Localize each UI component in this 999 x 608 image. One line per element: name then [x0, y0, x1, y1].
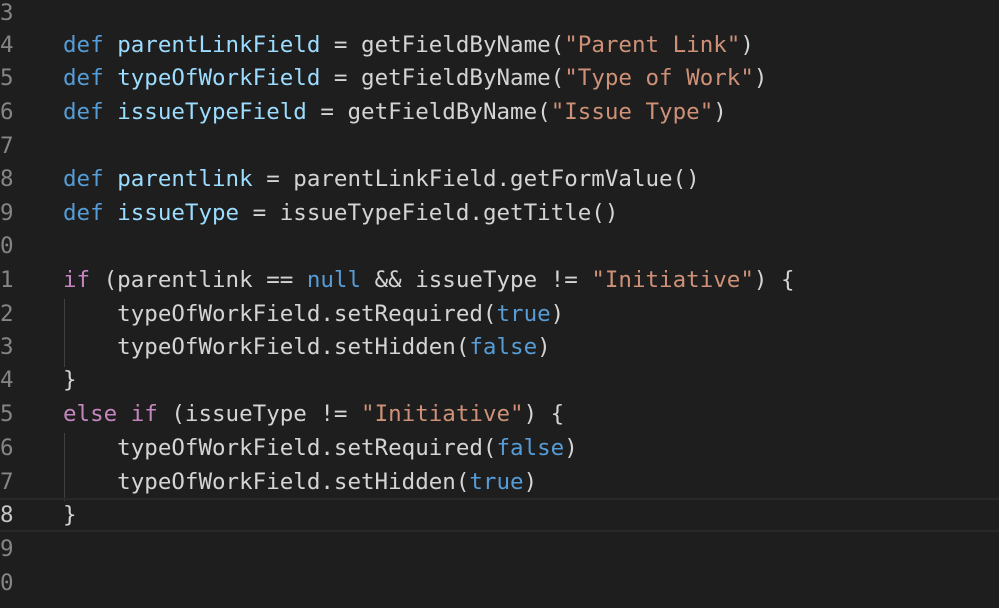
code-text: def issueTypeField = getFieldByName("Iss… — [63, 95, 727, 129]
code-token: typeOfWorkField.setHidden( — [63, 469, 470, 495]
line-number: 7 — [0, 133, 14, 159]
string-token: "Initiative" — [591, 267, 754, 293]
code-token: = parentLinkField.getFormValue() — [252, 166, 700, 192]
code-token: (issueType != — [157, 401, 362, 427]
keyword-token: false — [469, 334, 538, 360]
variable-token: issueType — [117, 200, 240, 226]
code-token: ) — [537, 334, 551, 360]
keyword-token: def — [63, 99, 104, 125]
code-line[interactable]: 5 else if (issueType != "Initiative") { — [0, 397, 999, 431]
line-number: 5 — [0, 401, 14, 427]
code-text: typeOfWorkField.setRequired(false) — [63, 431, 578, 465]
line-number: 9 — [0, 536, 14, 562]
code-token: ) — [753, 65, 768, 91]
line-number: 3 — [0, 0, 14, 26]
code-token: (parentlink == — [90, 267, 307, 293]
closing-brace-token: } — [63, 367, 77, 393]
keyword-token: def — [63, 32, 104, 58]
string-token: "Type of Work" — [564, 65, 754, 91]
line-number: 0 — [0, 233, 14, 259]
control-keyword-token: if — [130, 401, 158, 427]
code-text: def parentLinkField = getFieldByName("Pa… — [63, 28, 754, 62]
code-line[interactable]: 1 if (parentlink == null && issueType !=… — [0, 263, 999, 297]
control-keyword-token: else — [63, 401, 118, 427]
line-number: 5 — [0, 65, 14, 91]
variable-token: issueTypeField — [117, 99, 307, 125]
line-number: 4 — [0, 367, 14, 393]
code-token: = getFieldByName( — [320, 65, 565, 91]
code-text: } — [63, 500, 77, 530]
code-token: = getFieldByName( — [320, 32, 565, 58]
code-token: typeOfWorkField.setHidden( — [63, 334, 470, 360]
code-line[interactable]: 6 def issueTypeField = getFieldByName("I… — [0, 95, 999, 129]
code-line[interactable]: 3 — [0, 0, 999, 30]
code-line[interactable]: 4 } — [0, 363, 999, 397]
code-token: ) { — [523, 401, 565, 427]
keyword-token: true — [469, 469, 524, 495]
code-line[interactable]: 8 def parentlink = parentLinkField.getFo… — [0, 162, 999, 196]
string-token: "Parent Link" — [564, 32, 741, 58]
line-number: 7 — [0, 469, 14, 495]
string-token: "Issue Type" — [550, 99, 714, 125]
code-text: typeOfWorkField.setHidden(true) — [63, 465, 537, 499]
code-token: ) — [740, 32, 754, 58]
line-number: 3 — [0, 334, 14, 360]
keyword-token: null — [306, 267, 362, 293]
code-token: ) — [550, 301, 565, 327]
code-text: } — [63, 363, 77, 397]
code-text: def issueType = issueTypeField.getTitle(… — [63, 196, 618, 230]
line-number: 1 — [0, 267, 14, 293]
code-editor[interactable]: 3 4 def parentLinkField = getFieldByName… — [0, 0, 999, 608]
variable-token: parentlink — [117, 166, 253, 192]
code-line[interactable]: 4 def parentLinkField = getFieldByName("… — [0, 28, 999, 62]
keyword-token: def — [63, 166, 104, 192]
code-line[interactable]: 9 — [0, 532, 999, 566]
code-token: typeOfWorkField.setRequired( — [63, 435, 497, 461]
code-token: = getFieldByName( — [306, 99, 551, 125]
code-token: ) — [523, 469, 538, 495]
closing-brace-token: } — [63, 502, 77, 528]
code-text: def typeOfWorkField = getFieldByName("Ty… — [63, 61, 767, 95]
code-text: else if (issueType != "Initiative") { — [63, 397, 564, 431]
code-token: ) { — [753, 267, 795, 293]
line-number: 2 — [0, 301, 14, 327]
code-line[interactable]: 7 — [0, 129, 999, 163]
code-line[interactable]: 7 typeOfWorkField.setHidden(true) — [0, 465, 999, 499]
code-line[interactable]: 2 typeOfWorkField.setRequired(true) — [0, 297, 999, 331]
code-text: def parentlink = parentLinkField.getForm… — [63, 162, 700, 196]
code-text: typeOfWorkField.setHidden(false) — [63, 330, 551, 364]
line-number: 0 — [0, 570, 14, 596]
keyword-token: true — [496, 301, 551, 327]
code-line[interactable]: 3 typeOfWorkField.setHidden(false) — [0, 330, 999, 364]
line-number: 4 — [0, 32, 14, 58]
variable-token: parentLinkField — [117, 32, 321, 58]
code-line[interactable]: 6 typeOfWorkField.setRequired(false) — [0, 431, 999, 465]
keyword-token: def — [63, 200, 104, 226]
code-token: ) — [564, 435, 578, 461]
keyword-token: false — [496, 435, 565, 461]
code-token: && issueType != — [361, 267, 592, 293]
code-token: typeOfWorkField.setRequired( — [63, 301, 497, 327]
code-text: typeOfWorkField.setRequired(true) — [63, 297, 564, 331]
line-number: 9 — [0, 200, 14, 226]
line-number: 6 — [0, 99, 14, 125]
code-line[interactable]: 9 def issueType = issueTypeField.getTitl… — [0, 196, 999, 230]
code-line[interactable]: 0 — [0, 566, 999, 600]
current-code-line[interactable]: 8 } — [0, 498, 999, 532]
control-keyword-token: if — [63, 267, 91, 293]
code-text: if (parentlink == null && issueType != "… — [63, 263, 795, 297]
code-token: = issueTypeField.getTitle() — [239, 200, 619, 226]
line-number: 8 — [0, 166, 14, 192]
line-number: 6 — [0, 435, 14, 461]
string-token: "Initiative" — [361, 401, 524, 427]
code-token: ) — [713, 99, 727, 125]
code-line[interactable]: 5 def typeOfWorkField = getFieldByName("… — [0, 61, 999, 95]
variable-token: typeOfWorkField — [117, 65, 321, 91]
code-line[interactable]: 0 — [0, 229, 999, 263]
line-number: 8 — [0, 502, 14, 528]
keyword-token: def — [63, 65, 104, 91]
